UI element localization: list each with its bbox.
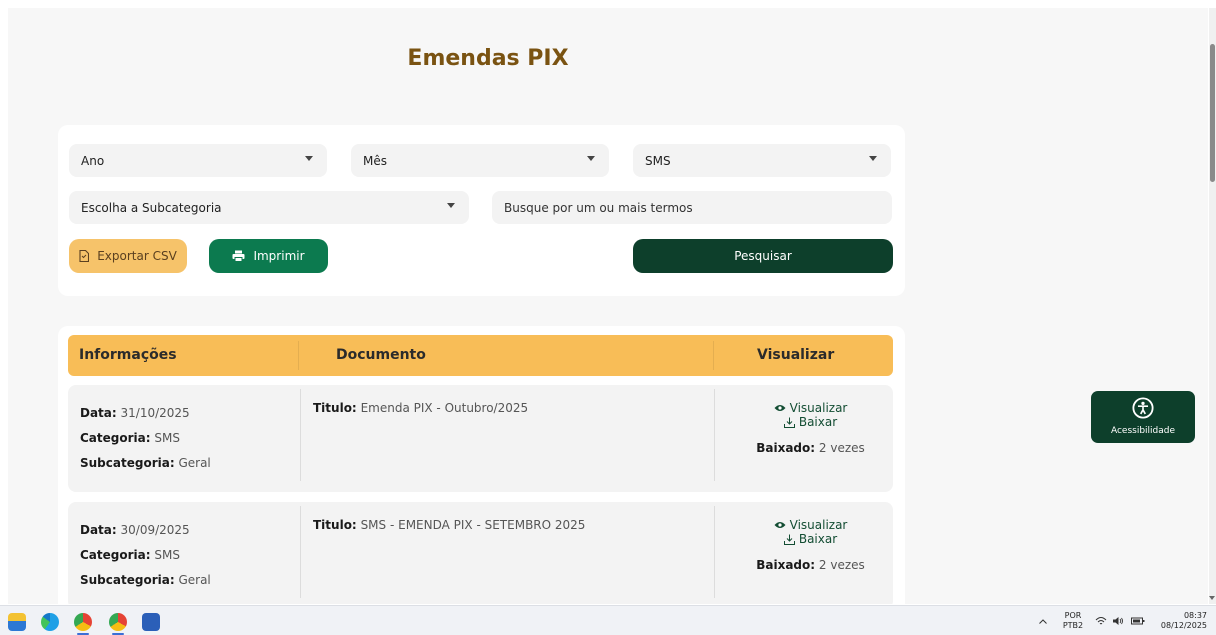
downloads-label: Baixado: — [756, 557, 816, 572]
year-select-label: Ano — [81, 153, 105, 168]
clock[interactable]: 08:37 08/12/2025 — [1155, 611, 1207, 631]
download-link-label: Baixar — [798, 415, 838, 429]
category-label: Categoria: — [80, 431, 151, 445]
date-value: 30/09/2025 — [120, 523, 190, 537]
language-indicator[interactable]: POR PTB2 — [1060, 611, 1086, 631]
download-link-label: Baixar — [798, 532, 838, 546]
table-header: Informações Documento Visualizar — [68, 335, 893, 376]
download-count: Baixado: 2 vezes — [728, 558, 893, 572]
row-document: Titulo: Emenda PIX - Outubro/2025 — [313, 401, 528, 415]
document-title: SMS - EMENDA PIX - SETEMBRO 2025 — [360, 518, 586, 532]
title-label: Titulo: — [313, 518, 357, 532]
header-document: Documento — [336, 347, 426, 363]
search-input[interactable] — [492, 191, 892, 224]
downloads-label: Baixado: — [756, 440, 816, 455]
year-select[interactable]: Ano — [69, 144, 327, 177]
view-link-label: Visualizar — [789, 401, 848, 415]
row-document: Titulo: SMS - EMENDA PIX - SETEMBRO 2025 — [313, 518, 585, 532]
file-explorer-icon[interactable] — [8, 613, 26, 631]
date-value: 31/10/2025 — [120, 406, 190, 420]
downloads-value: 2 vezes — [818, 557, 865, 572]
header-view: Visualizar — [757, 347, 835, 363]
edge-icon[interactable] — [41, 613, 59, 631]
month-select[interactable]: Mês — [351, 144, 609, 177]
row-info: Data: 31/10/2025 Categoria: SMS Subcateg… — [80, 401, 211, 476]
table-row: Data: 30/09/2025 Categoria: SMS Subcateg… — [68, 502, 893, 604]
column-divider — [300, 506, 301, 598]
category-value: SMS — [154, 431, 180, 445]
category-select-value: SMS — [645, 153, 671, 168]
clock-date: 08/12/2025 — [1160, 621, 1207, 630]
accessibility-button[interactable]: Acessibilidade — [1091, 391, 1195, 443]
subcategory-label: Subcategoria: — [80, 573, 175, 587]
row-actions: Visualizar Baixar Baixado: 2 vezes — [728, 518, 893, 572]
header-info: Informações — [79, 347, 177, 363]
row-info: Data: 30/09/2025 Categoria: SMS Subcateg… — [80, 518, 211, 593]
subcategory-value: Geral — [178, 573, 211, 587]
chrome-profile-icon[interactable] — [109, 613, 127, 631]
export-csv-button[interactable]: Exportar CSV — [69, 239, 187, 273]
header-divider — [713, 341, 714, 370]
category-select[interactable]: SMS — [633, 144, 891, 177]
download-link[interactable]: Baixar — [783, 532, 838, 546]
scroll-down-icon[interactable] — [1209, 596, 1215, 600]
page-viewport: Emendas PIX Ano Mês SMS Escolha a Subcat… — [8, 8, 1208, 604]
file-icon — [79, 250, 90, 262]
download-count: Baixado: 2 vezes — [728, 441, 893, 455]
keyboard-layout: PTB2 — [1062, 621, 1084, 630]
accessibility-icon — [1132, 397, 1154, 419]
column-divider — [714, 389, 715, 481]
print-button[interactable]: Imprimir — [209, 239, 328, 273]
vertical-scrollbar[interactable] — [1209, 8, 1216, 604]
column-divider — [714, 506, 715, 598]
view-link[interactable]: Visualizar — [774, 518, 848, 532]
chevron-down-icon — [447, 203, 455, 208]
date-label: Data: — [80, 406, 117, 420]
eye-icon — [774, 522, 786, 528]
volume-icon[interactable] — [1112, 616, 1124, 626]
table-row: Data: 31/10/2025 Categoria: SMS Subcateg… — [68, 385, 893, 492]
page-title: Emendas PIX — [407, 46, 569, 71]
chevron-down-icon — [869, 156, 877, 161]
column-divider — [300, 389, 301, 481]
printer-icon — [232, 250, 245, 262]
print-label: Imprimir — [253, 249, 305, 263]
taskbar: POR PTB2 08:37 08/12/2025 — [0, 605, 1216, 635]
subcategory-value: Geral — [178, 456, 211, 470]
header-divider — [298, 341, 299, 370]
filter-panel: Ano Mês SMS Escolha a Subcategoria Expor… — [58, 125, 905, 296]
download-link[interactable]: Baixar — [783, 415, 838, 429]
subcategory-select[interactable]: Escolha a Subcategoria — [69, 191, 469, 224]
chrome-icon[interactable] — [74, 613, 92, 631]
accessibility-label: Acessibilidade — [1110, 426, 1176, 436]
document-title: Emenda PIX - Outubro/2025 — [360, 401, 529, 415]
downloads-value: 2 vezes — [818, 440, 865, 455]
view-link[interactable]: Visualizar — [774, 401, 848, 415]
language-code: POR — [1064, 611, 1082, 620]
chevron-up-icon[interactable] — [1039, 619, 1047, 624]
scrollbar-thumb[interactable] — [1210, 44, 1215, 182]
wifi-icon[interactable] — [1095, 616, 1107, 626]
title-label: Titulo: — [313, 401, 357, 415]
battery-icon[interactable] — [1131, 616, 1145, 626]
row-actions: Visualizar Baixar Baixado: 2 vezes — [728, 401, 893, 455]
word-icon[interactable] — [142, 613, 160, 631]
view-link-label: Visualizar — [789, 518, 848, 532]
download-icon — [783, 417, 795, 428]
search-button[interactable]: Pesquisar — [633, 239, 893, 273]
export-csv-label: Exportar CSV — [97, 249, 177, 263]
download-icon — [783, 534, 795, 545]
chevron-down-icon — [587, 156, 595, 161]
category-label: Categoria: — [80, 548, 151, 562]
results-panel: Informações Documento Visualizar Data: 3… — [58, 326, 905, 604]
subcategory-label: Subcategoria: — [80, 456, 175, 470]
subcategory-select-label: Escolha a Subcategoria — [81, 200, 222, 215]
month-select-label: Mês — [363, 153, 387, 168]
eye-icon — [774, 405, 786, 411]
search-button-label: Pesquisar — [734, 249, 792, 263]
chevron-down-icon — [305, 156, 313, 161]
clock-time: 08:37 — [1183, 611, 1207, 620]
category-value: SMS — [154, 548, 180, 562]
date-label: Data: — [80, 523, 117, 537]
